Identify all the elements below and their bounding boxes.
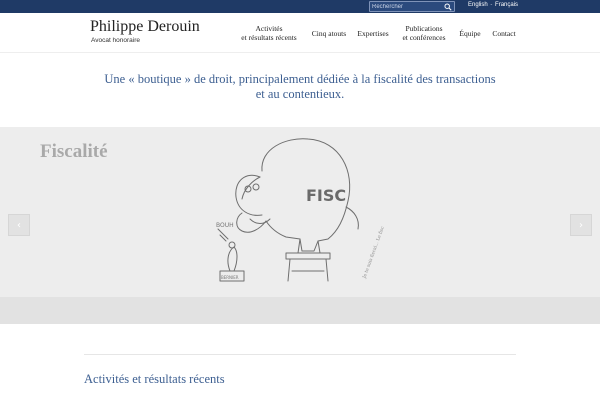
tagline-line2: et au contentieux.	[255, 87, 345, 101]
hero-slider: Fiscalité ‹ › FISC BOUH BERNIER Je te su…	[0, 127, 600, 297]
nav-contact[interactable]: Contact	[488, 13, 520, 53]
slider-caption-bar	[0, 297, 600, 324]
search-box	[369, 1, 455, 12]
search-icon[interactable]	[444, 3, 452, 11]
lang-french-link[interactable]: Français	[495, 2, 518, 8]
nav-expertises[interactable]: Expertises	[354, 13, 392, 53]
nav-activites-line2: et résultats récents	[241, 33, 297, 42]
chevron-left-icon: ‹	[17, 219, 21, 231]
nav-activites-line1: Activités	[255, 24, 283, 33]
section-divider	[84, 354, 516, 355]
search-input[interactable]	[372, 2, 444, 11]
nav-publications-line1: Publications	[405, 24, 443, 33]
elephant-label: FISC	[306, 186, 346, 205]
nav-equipe-label: Équipe	[459, 28, 481, 38]
nav-expertises-label: Expertises	[357, 28, 389, 38]
top-bar: English - Français	[0, 0, 600, 13]
tagline-line1: Une « boutique » de droit, principalemen…	[104, 72, 496, 86]
section-heading: Activités et résultats récents	[84, 372, 225, 386]
signature: Je te suis fiscal... Le fisc	[361, 225, 386, 280]
nav-activites[interactable]: Activités et résultats récents	[236, 13, 302, 53]
chevron-right-icon: ›	[579, 219, 583, 231]
lang-english-link[interactable]: English	[468, 2, 488, 8]
site-title[interactable]: Philippe Derouin	[90, 18, 200, 36]
nav-equipe[interactable]: Équipe	[456, 13, 484, 53]
slide-title: Fiscalité	[40, 141, 108, 162]
lang-separator: -	[490, 2, 493, 8]
site-subtitle: Avocat honoraire	[91, 37, 141, 44]
slider-next-button[interactable]: ›	[570, 214, 592, 236]
slider-prev-button[interactable]: ‹	[8, 214, 30, 236]
box-label: BERNIER	[221, 275, 239, 280]
mouse-label: BOUH	[216, 222, 234, 229]
nav-cinq-atouts[interactable]: Cinq atouts	[307, 13, 351, 53]
nav-contact-label: Contact	[492, 28, 516, 38]
language-switcher: English - Français	[468, 2, 518, 8]
nav-cinq-atouts-label: Cinq atouts	[311, 28, 347, 38]
cartoon-illustration: FISC BOUH BERNIER Je te suis fiscal... L…	[216, 138, 386, 282]
site-header: Philippe Derouin Avocat honoraire Activi…	[0, 13, 600, 53]
nav-publications[interactable]: Publications et conférences	[397, 13, 451, 53]
tagline: Une « boutique » de droit, principalemen…	[60, 72, 540, 102]
nav-publications-line2: et conférences	[402, 33, 446, 42]
